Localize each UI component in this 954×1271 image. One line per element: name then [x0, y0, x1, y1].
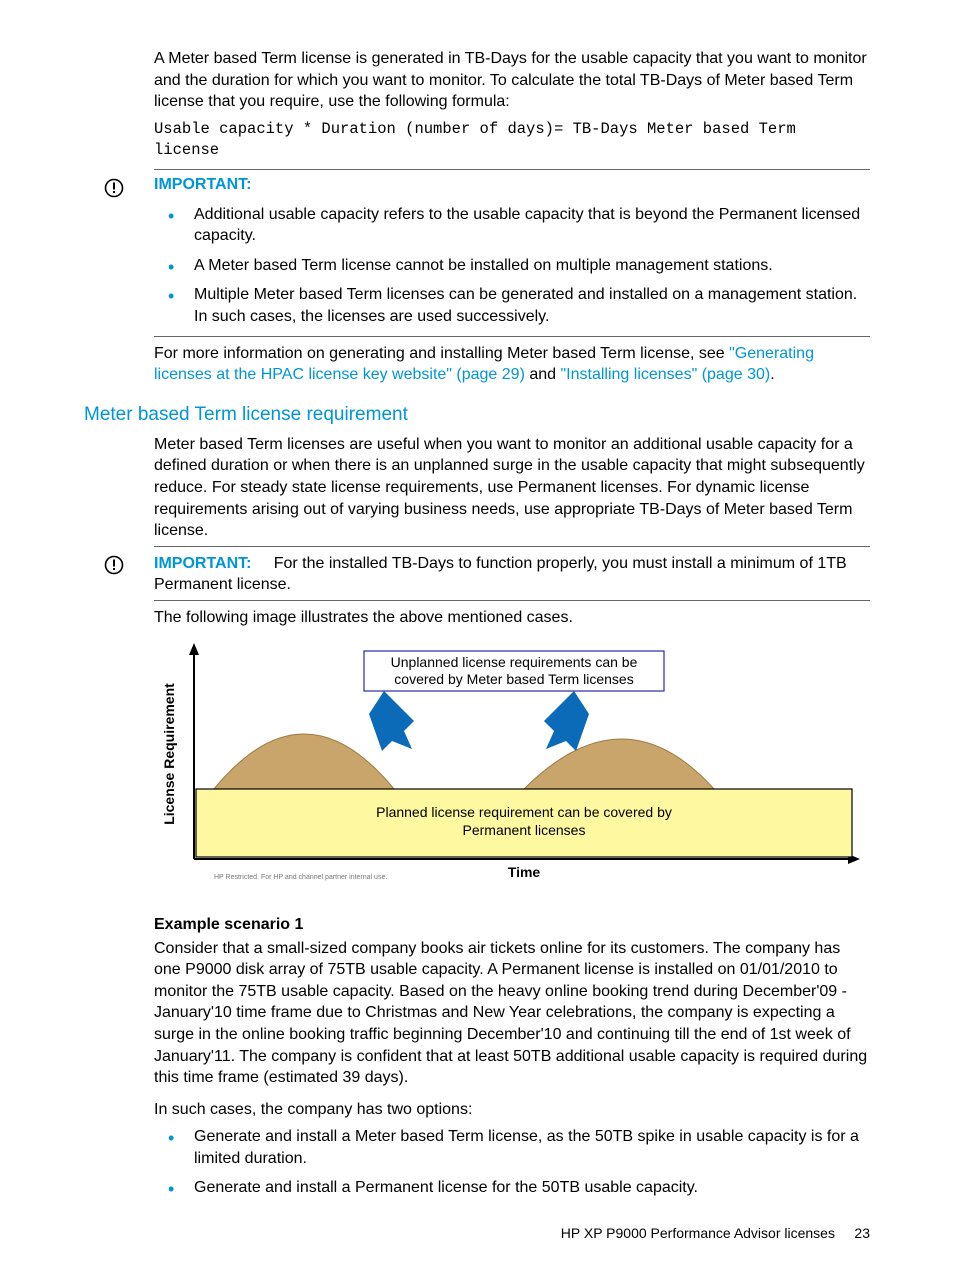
diagram-callout-top-line1: Unplanned license requirements can be: [391, 654, 638, 670]
diagram-callout-top-line2: covered by Meter based Term licenses: [394, 671, 633, 687]
license-requirement-diagram: Unplanned license requirements can be co…: [154, 639, 864, 904]
list-item: A Meter based Term license cannot be ins…: [194, 255, 870, 277]
example-heading: Example scenario 1: [154, 916, 870, 934]
text: .: [770, 366, 774, 383]
diagram-footnote: HP Restricted. For HP and channel partne…: [214, 874, 387, 881]
diagram-callout-bottom-line1: Planned license requirement can be cover…: [376, 804, 672, 820]
list-item: Multiple Meter based Term licenses can b…: [194, 284, 870, 327]
important-block-2: IMPORTANT: For the installed TB-Days to …: [104, 553, 870, 596]
section-heading-meter-requirement: Meter based Term license requirement: [84, 404, 870, 426]
page-footer: HP XP P9000 Performance Advisor licenses…: [561, 1225, 870, 1241]
example-options-list: Generate and install a Meter based Term …: [154, 1126, 870, 1199]
intro-paragraph: A Meter based Term license is generated …: [154, 48, 870, 113]
text: and: [525, 366, 561, 383]
divider: [154, 600, 870, 601]
list-item: Generate and install a Meter based Term …: [194, 1126, 870, 1169]
important-icon: [104, 176, 154, 198]
important-block-1: IMPORTANT:: [104, 176, 870, 198]
footer-page-number: 23: [854, 1225, 870, 1241]
list-item: Additional usable capacity refers to the…: [194, 204, 870, 247]
divider: [154, 546, 870, 547]
important-label: IMPORTANT:: [154, 176, 251, 193]
important-label: IMPORTANT:: [154, 555, 251, 572]
important-icon: [104, 553, 154, 575]
page: A Meter based Term license is generated …: [0, 0, 954, 1271]
list-item: Generate and install a Permanent license…: [194, 1177, 870, 1199]
text: For more information on generating and i…: [154, 345, 729, 362]
footer-title: HP XP P9000 Performance Advisor licenses: [561, 1225, 835, 1241]
example-paragraph-1: Consider that a small-sized company book…: [154, 938, 870, 1089]
divider: [154, 336, 870, 337]
link-installing-licenses[interactable]: "Installing licenses" (page 30): [561, 366, 771, 383]
illustration-intro: The following image illustrates the abov…: [154, 607, 870, 629]
diagram-xlabel: Time: [508, 864, 541, 880]
divider: [154, 169, 870, 170]
section-paragraph: Meter based Term licenses are useful whe…: [154, 434, 870, 542]
example-paragraph-2: In such cases, the company has two optio…: [154, 1099, 870, 1121]
diagram-ylabel: License Requirement: [161, 682, 177, 824]
formula-code: Usable capacity * Duration (number of da…: [154, 119, 870, 161]
more-info-paragraph: For more information on generating and i…: [154, 343, 870, 386]
diagram-callout-bottom-line2: Permanent licenses: [463, 822, 586, 838]
important-1-list: Additional usable capacity refers to the…: [154, 204, 870, 328]
